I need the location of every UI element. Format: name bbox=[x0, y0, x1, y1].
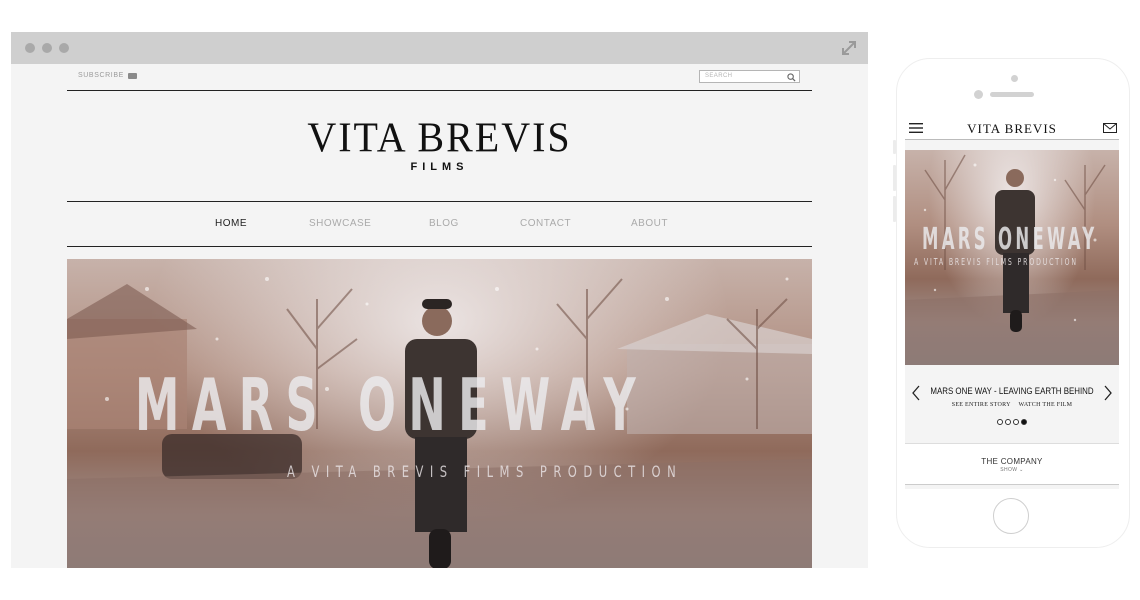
company-show-label: SHOW bbox=[1000, 467, 1018, 473]
subscribe-link[interactable]: SUBSCRIBE bbox=[78, 72, 137, 79]
hero-banner[interactable]: MARS ONEWAY A VITA BREVIS FILMS PRODUCTI… bbox=[67, 259, 812, 568]
expand-icon[interactable] bbox=[840, 39, 858, 57]
window-close-dot[interactable] bbox=[25, 43, 35, 53]
see-entire-story-link[interactable]: SEE ENTIRE STORY bbox=[952, 402, 1011, 408]
window-maximize-dot[interactable] bbox=[59, 43, 69, 53]
phone-volume-down bbox=[893, 196, 896, 222]
company-show-toggle[interactable]: SHOW ⌄ bbox=[905, 467, 1119, 473]
hero-subtitle: A VITA BREVIS FILMS PRODUCTION bbox=[287, 462, 683, 481]
nav-bottom-divider bbox=[67, 246, 812, 247]
logo-title: VITA BREVIS bbox=[307, 113, 572, 162]
carousel-dot-2[interactable] bbox=[1005, 419, 1011, 425]
mobile-header: VITA BREVIS bbox=[905, 116, 1119, 140]
slide-links: SEE ENTIRE STORY WATCH THE FILM bbox=[905, 402, 1119, 408]
carousel-dot-1[interactable] bbox=[997, 419, 1003, 425]
logo-subtitle: FILMS bbox=[410, 161, 469, 173]
phone-sensor bbox=[974, 90, 983, 99]
desktop-browser-window: SUBSCRIBE SEARCH VITA BREVIS FILMS HOME … bbox=[11, 32, 868, 568]
phone-volume-up bbox=[893, 165, 896, 191]
mail-icon[interactable] bbox=[1103, 123, 1117, 133]
carousel-dot-3[interactable] bbox=[1013, 419, 1019, 425]
phone-home-button[interactable] bbox=[993, 498, 1029, 534]
nav-item-showcase[interactable]: SHOWCASE bbox=[309, 218, 371, 229]
search-icon[interactable] bbox=[787, 73, 796, 82]
mockup-stage: SUBSCRIBE SEARCH VITA BREVIS FILMS HOME … bbox=[0, 0, 1140, 600]
hero-title: MARS ONEWAY bbox=[135, 363, 649, 447]
mail-icon bbox=[127, 72, 137, 79]
mobile-hero-title: MARS ONEWAY bbox=[922, 222, 1098, 257]
subscribe-label: SUBSCRIBE bbox=[78, 72, 124, 79]
watch-the-film-link[interactable]: WATCH THE FILM bbox=[1019, 402, 1073, 408]
nav-item-blog[interactable]: BLOG bbox=[429, 218, 459, 229]
carousel-dots bbox=[905, 419, 1119, 425]
mobile-logo[interactable]: VITA BREVIS bbox=[905, 121, 1119, 137]
search-input[interactable]: SEARCH bbox=[699, 70, 800, 83]
nav-item-home[interactable]: HOME bbox=[215, 218, 247, 229]
phone-speaker bbox=[990, 92, 1034, 97]
header-divider bbox=[67, 90, 812, 91]
company-section[interactable]: THE COMPANY SHOW ⌄ bbox=[905, 443, 1119, 485]
nav-top-divider bbox=[67, 201, 812, 202]
search-placeholder: SEARCH bbox=[705, 73, 733, 79]
chevron-down-icon: ⌄ bbox=[1019, 467, 1024, 473]
browser-title-bar bbox=[11, 32, 868, 64]
phone-camera bbox=[1011, 75, 1018, 82]
phone-mute-switch bbox=[893, 140, 896, 154]
site-logo[interactable]: VITA BREVIS FILMS bbox=[11, 113, 868, 173]
slide-caption: MARS ONE WAY - LEAVING EARTH BEHIND bbox=[930, 386, 1094, 396]
mobile-hero-subtitle: A VITA BREVIS FILMS PRODUCTION bbox=[914, 257, 1078, 268]
phone-screen: VITA BREVIS MARS ONEWAY A VITA BREVIS FI… bbox=[905, 116, 1119, 489]
company-label: THE COMPANY bbox=[981, 457, 1043, 466]
nav-item-contact[interactable]: CONTACT bbox=[520, 218, 571, 229]
nav-item-about[interactable]: ABOUT bbox=[631, 218, 668, 229]
carousel-dot-4-active[interactable] bbox=[1021, 419, 1027, 425]
window-minimize-dot[interactable] bbox=[42, 43, 52, 53]
mobile-hero-slide[interactable]: MARS ONEWAY A VITA BREVIS FILMS PRODUCTI… bbox=[905, 150, 1119, 365]
